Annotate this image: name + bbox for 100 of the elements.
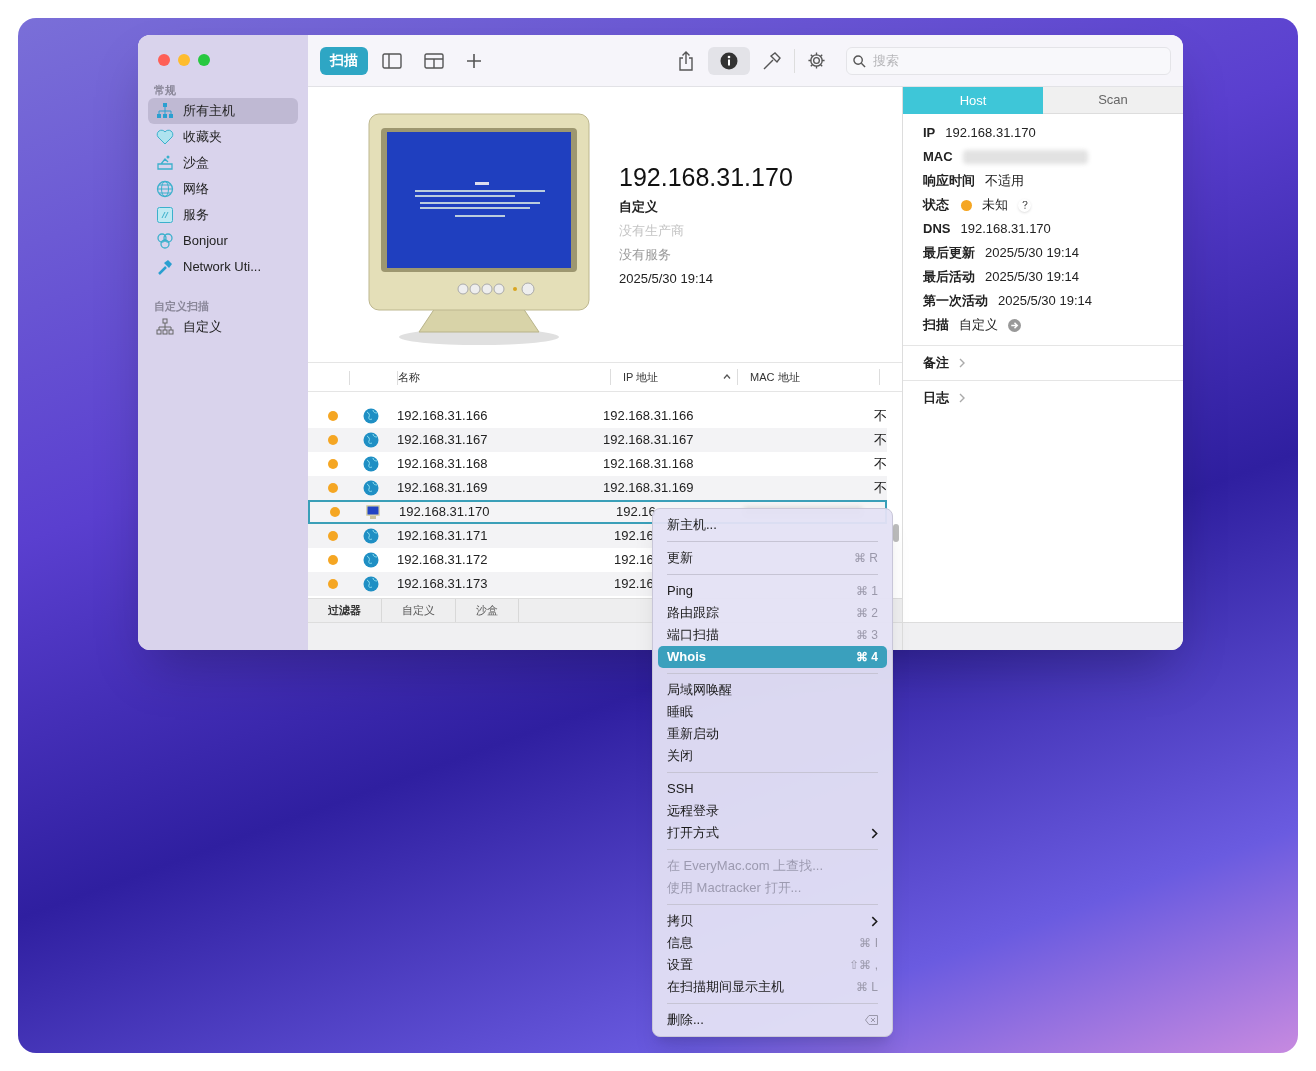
vendor-text: 没有生产商 [619,222,685,240]
field-value: 2025/5/30 19:14 [985,268,1079,287]
sidebar-item[interactable]: 所有主机 [148,98,298,124]
scrollbar-thumb[interactable] [893,524,899,542]
sidebar-toggle-icon[interactable] [382,52,402,69]
menu-item[interactable]: 信息 ⌘ I [658,932,887,954]
menu-item[interactable]: 更新 ⌘ R [658,547,887,569]
field-value: 自定义 [959,316,998,335]
table-cell-text: 不 [874,479,887,498]
field-label: 最后更新 [923,244,975,263]
sandbox-icon [156,154,174,172]
globe-icon [363,408,379,424]
menu-item[interactable]: 睡眠 [658,701,887,723]
heart-icon [156,128,174,146]
field-value: 2025/5/30 19:14 [998,292,1092,311]
table-cell-text: 不 [874,455,887,474]
menu-item[interactable]: 路由跟踪 ⌘ 2 [658,602,887,624]
ip-cell: 192.16 [614,576,654,592]
help-button[interactable] [1018,198,1031,212]
menu-item[interactable]: 重新启动 [658,723,887,745]
table-row[interactable]: 192.168.31.169 192.168.31.169 不 [308,476,887,500]
field-label: MAC [923,148,953,167]
ip-cell: 192.16 [616,504,656,520]
info-icon [720,51,738,70]
column-header[interactable]: IP 地址 [611,368,738,385]
hammer-icon[interactable] [762,50,782,71]
section-heading: 自定义扫描 [153,299,210,314]
monitor-icon [365,504,381,520]
field-value: 2025/5/30 19:14 [985,244,1079,263]
menu-item[interactable]: 关闭 [658,745,887,767]
scan-name: 自定义 [619,198,659,216]
column-header[interactable]: MAC 地址 [738,368,880,385]
hammer-icon [156,258,174,276]
field-label: IP [923,124,936,143]
field-value: 192.168.31.170 [960,220,1051,239]
globe-icon [363,576,379,592]
shortcut-text: ⌘ 4 [856,649,878,666]
search-field[interactable]: 搜索 [846,46,1171,75]
sidebar-item[interactable]: 网络 [148,176,298,202]
field-value: 不适用 [985,172,1024,191]
ip-cell: 192.168.31.166 [603,408,694,424]
column-header[interactable]: 名称 [398,368,611,385]
ip-cell: 192.16 [614,552,654,568]
menu-item[interactable]: 拷贝 [658,910,887,932]
menu-item[interactable]: 端口扫描 ⌘ 3 [658,624,887,646]
network-hosts-icon [156,318,174,336]
name-cell-text: 192.168.31.169 [397,479,489,498]
name-cell-text: 192.168.31.167 [397,431,489,450]
host-title: 192.168.31.170 [619,162,793,192]
field-value: 未知 [982,196,1008,215]
table-cell-text: 不 [874,431,887,450]
section-toggle[interactable]: 日志 [923,388,949,408]
name-cell-text: 192.168.31.166 [397,407,489,426]
section-heading: 常规 [153,83,177,98]
globe-icon [363,456,379,472]
date-text: 2025/5/30 19:14 [619,270,714,288]
menu-item[interactable]: 打开方式 [658,822,887,844]
question-mark-icon [1021,201,1028,209]
service-icon [156,206,174,224]
sidebar-item[interactable]: 收藏夹 [148,124,298,150]
ip-cell: 192.168.31.167 [603,432,694,448]
menu-item[interactable]: 局域网唤醒 [658,679,887,701]
table-row[interactable]: 192.168.31.167 192.168.31.167 不 [308,428,887,452]
chevron-icon [959,393,965,403]
globe-icon [156,180,174,198]
submenu-chevron-icon [871,827,878,839]
info-button[interactable] [708,46,750,75]
menu-item[interactable]: 设置 ⇧⌘ , [658,954,887,976]
sidebar-item[interactable]: Network Uti... [148,254,298,280]
field-label: 最后活动 [923,268,975,287]
layout-icon[interactable] [424,52,444,69]
ip-cell: 192.16 [614,528,654,544]
section-toggle[interactable]: 备注 [923,353,949,373]
sidebar-item[interactable]: 服务 [148,202,298,228]
name-cell-text: 192.168.31.170 [399,503,491,522]
sidebar-item[interactable]: 自定义 [148,314,298,340]
globe-icon [363,480,379,496]
table-cell-text: 不 [874,407,887,426]
sidebar-item[interactable]: Bonjour [148,228,298,254]
menu-item[interactable]: SSH [658,778,887,800]
ip-cell: 192.168.31.169 [603,480,694,496]
sidebar-item[interactable]: 沙盒 [148,150,298,176]
delete-key-icon [865,1015,878,1025]
menu-item[interactable]: 远程登录 [658,800,887,822]
name-cell-text: 192.168.31.173 [397,575,489,594]
shortcut-text: ⌘ 3 [856,627,878,644]
add-icon[interactable] [466,52,482,69]
menu-item[interactable]: 在扫描期间显示主机 ⌘ L [658,976,887,998]
arrow-circle-icon[interactable] [1008,318,1021,332]
search-icon [853,54,866,68]
field-label: DNS [923,220,951,239]
settings-icon[interactable] [807,51,826,70]
name-cell-text: 192.168.31.171 [397,527,489,546]
field-label: 扫描 [923,316,949,335]
inspector-tab[interactable]: Scan [1043,87,1183,114]
share-icon[interactable] [678,50,694,71]
menu-item[interactable]: 删除... [658,1009,887,1031]
field-label: 状态 [923,196,949,215]
field-value: 192.168.31.170 [945,124,1036,143]
shortcut-text: ⌘ 2 [856,605,878,622]
